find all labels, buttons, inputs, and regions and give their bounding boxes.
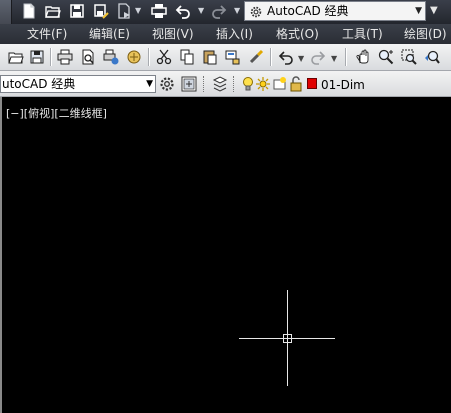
open-icon[interactable] bbox=[45, 3, 61, 19]
paste-icon[interactable] bbox=[202, 49, 218, 65]
quick-access-toolbar: ▼ ▼ ▼ AutoCAD 经典 ▼ ▼ bbox=[0, 0, 451, 40]
plot-icon[interactable] bbox=[57, 49, 73, 65]
undo-dropdown-arrow[interactable]: ▼ bbox=[198, 6, 204, 16]
menu-view[interactable]: 视图(V) bbox=[152, 27, 194, 41]
redo-dropdown-arrow[interactable]: ▼ bbox=[234, 6, 240, 16]
menu-file[interactable]: 文件(F) bbox=[27, 27, 67, 41]
menu-tools[interactable]: 工具(T) bbox=[342, 27, 383, 41]
toolbar-grip[interactable] bbox=[233, 76, 237, 92]
layer-color-swatch bbox=[307, 78, 317, 89]
undo-icon[interactable] bbox=[278, 49, 294, 65]
workspace-dropdown[interactable]: utoCAD 经典 ▼ bbox=[0, 75, 156, 93]
redo-icon[interactable] bbox=[211, 3, 227, 19]
layer-properties-icon[interactable] bbox=[212, 76, 228, 92]
viewport-controls-label[interactable]: [−][俯视][二维线框] bbox=[6, 107, 107, 120]
toolbar-separator bbox=[50, 48, 51, 66]
current-layer-name[interactable]: 01-Dim bbox=[321, 78, 365, 92]
gear-icon bbox=[249, 4, 263, 18]
chevron-down-icon: ▼ bbox=[415, 6, 422, 16]
workspace-settings-icon[interactable] bbox=[159, 76, 175, 92]
clean-screen-icon[interactable] bbox=[181, 76, 197, 92]
drawing-viewport[interactable] bbox=[0, 97, 451, 413]
new-icon[interactable] bbox=[21, 3, 37, 19]
toolbar-separator bbox=[270, 48, 271, 66]
zoom-window-icon[interactable] bbox=[401, 49, 417, 65]
redo-dropdown-arrow[interactable]: ▼ bbox=[331, 54, 337, 63]
plot-preview-icon[interactable] bbox=[80, 49, 96, 65]
pickbox-cursor bbox=[283, 334, 292, 343]
brush-icon[interactable] bbox=[248, 49, 264, 65]
saveas-icon[interactable] bbox=[93, 3, 109, 19]
sun-icon[interactable] bbox=[255, 76, 271, 92]
publish-icon[interactable] bbox=[116, 3, 132, 19]
customize-quick-access-icon[interactable]: ▼ bbox=[430, 5, 438, 16]
undo-dropdown-arrow[interactable]: ▼ bbox=[298, 54, 304, 63]
workspace-label: AutoCAD 经典 bbox=[267, 4, 349, 18]
menu-format[interactable]: 格式(O) bbox=[276, 27, 319, 41]
menu-insert[interactable]: 插入(I) bbox=[216, 27, 253, 41]
copy-icon[interactable] bbox=[179, 49, 195, 65]
viewport-freeze-icon[interactable] bbox=[272, 76, 288, 92]
menu-draw[interactable]: 绘图(D) bbox=[404, 27, 447, 41]
plot-icon[interactable] bbox=[151, 3, 167, 19]
open-icon[interactable] bbox=[8, 49, 24, 65]
workspace-selector[interactable]: AutoCAD 经典 ▼ bbox=[244, 1, 426, 21]
undo-icon[interactable] bbox=[175, 3, 191, 19]
lock-icon[interactable] bbox=[288, 76, 304, 92]
workspace-dropdown-label: utoCAD 经典 bbox=[2, 77, 76, 91]
toolbar-grip[interactable] bbox=[203, 76, 207, 92]
3d-print-icon[interactable] bbox=[126, 49, 142, 65]
redo-icon[interactable] bbox=[310, 49, 326, 65]
publish-dropdown-arrow[interactable]: ▼ bbox=[135, 6, 141, 16]
zoom-realtime-icon[interactable] bbox=[378, 49, 394, 65]
standard-toolbar: ▼ ▼ bbox=[0, 44, 451, 71]
cut-icon[interactable] bbox=[156, 49, 172, 65]
bulb-icon[interactable] bbox=[240, 76, 256, 92]
match-properties-icon[interactable] bbox=[225, 49, 241, 65]
publish-icon[interactable] bbox=[103, 49, 119, 65]
toolbar-separator bbox=[148, 48, 149, 66]
chevron-down-icon: ▼ bbox=[146, 79, 153, 89]
menu-edit[interactable]: 编辑(E) bbox=[89, 27, 130, 41]
save-icon[interactable] bbox=[69, 3, 85, 19]
menu-bar: 文件(F) 编辑(E) 视图(V) 插入(I) 格式(O) 工具(T) 绘图(D… bbox=[0, 24, 451, 44]
pan-icon[interactable] bbox=[355, 49, 371, 65]
toolbar-separator bbox=[345, 48, 346, 66]
zoom-previous-icon[interactable] bbox=[424, 49, 440, 65]
save-icon[interactable] bbox=[29, 49, 45, 65]
